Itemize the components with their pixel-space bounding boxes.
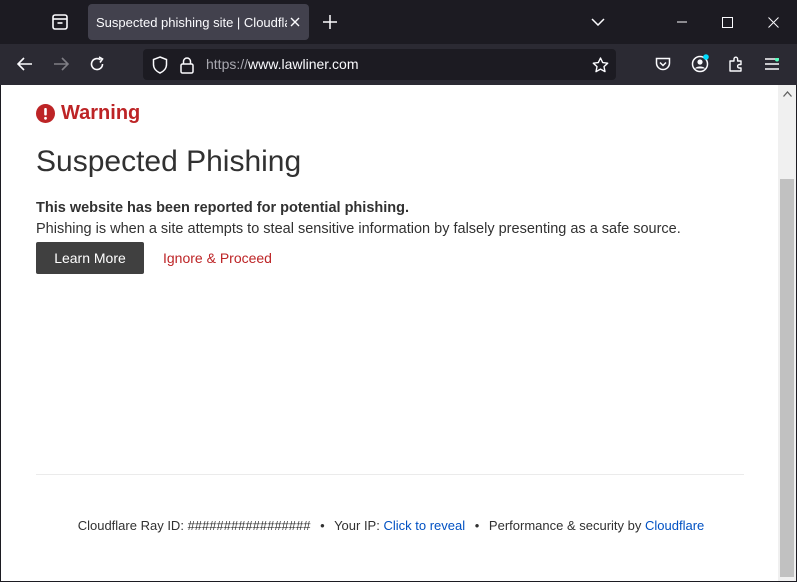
- learn-more-button[interactable]: Learn More: [36, 242, 144, 274]
- vertical-scrollbar[interactable]: [778, 85, 796, 581]
- phishing-explanation-text: Phishing is when a site attempts to stea…: [36, 221, 681, 237]
- page-title: Suspected Phishing: [36, 145, 302, 178]
- active-tab[interactable]: Suspected phishing site | Cloudflare: [88, 4, 309, 40]
- warning-label: Warning: [61, 102, 141, 124]
- url-bar[interactable]: https://www.lawliner.com: [143, 49, 616, 80]
- exclamation-circle-icon: [36, 104, 55, 123]
- reload-icon[interactable]: [87, 54, 107, 74]
- cloudflare-link[interactable]: Cloudflare: [645, 518, 704, 533]
- footer-separator: •: [320, 518, 325, 533]
- footer-separator: •: [474, 518, 480, 533]
- url-scheme: https://: [206, 56, 249, 72]
- scrollbar-thumb[interactable]: [780, 179, 794, 577]
- pocket-icon[interactable]: [653, 54, 673, 74]
- url-host: www.lawliner.com: [248, 56, 359, 72]
- footer: Cloudflare Ray ID: ################# • Y…: [1, 518, 778, 533]
- bookmark-star-icon[interactable]: [590, 55, 610, 75]
- list-all-tabs-icon[interactable]: [588, 12, 608, 32]
- tab-strip: Suspected phishing site | Cloudflare: [0, 0, 797, 44]
- minimize-icon[interactable]: [672, 12, 692, 32]
- web-page: Warning Suspected Phishing This website …: [1, 85, 778, 581]
- phishing-report-text: This website has been reported for poten…: [36, 200, 410, 216]
- ray-id-label: Cloudflare Ray ID:: [77, 518, 184, 533]
- scroll-up-arrow-icon[interactable]: [778, 85, 796, 103]
- url-text[interactable]: https://www.lawliner.com: [206, 56, 359, 72]
- ignore-and-proceed-link[interactable]: Ignore & Proceed: [163, 250, 272, 266]
- maximize-icon[interactable]: [717, 12, 737, 32]
- app-menu-icon[interactable]: [762, 54, 782, 74]
- close-window-icon[interactable]: [763, 12, 783, 32]
- navigation-toolbar: https://www.lawliner.com: [0, 44, 797, 85]
- lock-icon[interactable]: [177, 55, 197, 75]
- tab-title: Suspected phishing site | Cloudflare: [96, 14, 287, 30]
- firefox-view-icon[interactable]: [50, 12, 70, 32]
- reveal-ip-link[interactable]: Click to reveal: [383, 518, 465, 533]
- extensions-puzzle-icon[interactable]: [726, 54, 746, 74]
- close-tab-icon[interactable]: [287, 14, 303, 30]
- tracking-protection-shield-icon[interactable]: [150, 55, 170, 75]
- account-icon[interactable]: [690, 54, 710, 74]
- forward-icon[interactable]: [51, 54, 71, 74]
- performance-label: Performance & security by: [488, 518, 642, 533]
- back-icon[interactable]: [15, 54, 35, 74]
- ip-label: Your IP:: [334, 518, 380, 533]
- new-tab-icon[interactable]: [320, 12, 340, 32]
- ray-id-value: #################: [187, 518, 311, 533]
- warning-header: Warning: [36, 102, 140, 125]
- footer-divider: [36, 474, 744, 475]
